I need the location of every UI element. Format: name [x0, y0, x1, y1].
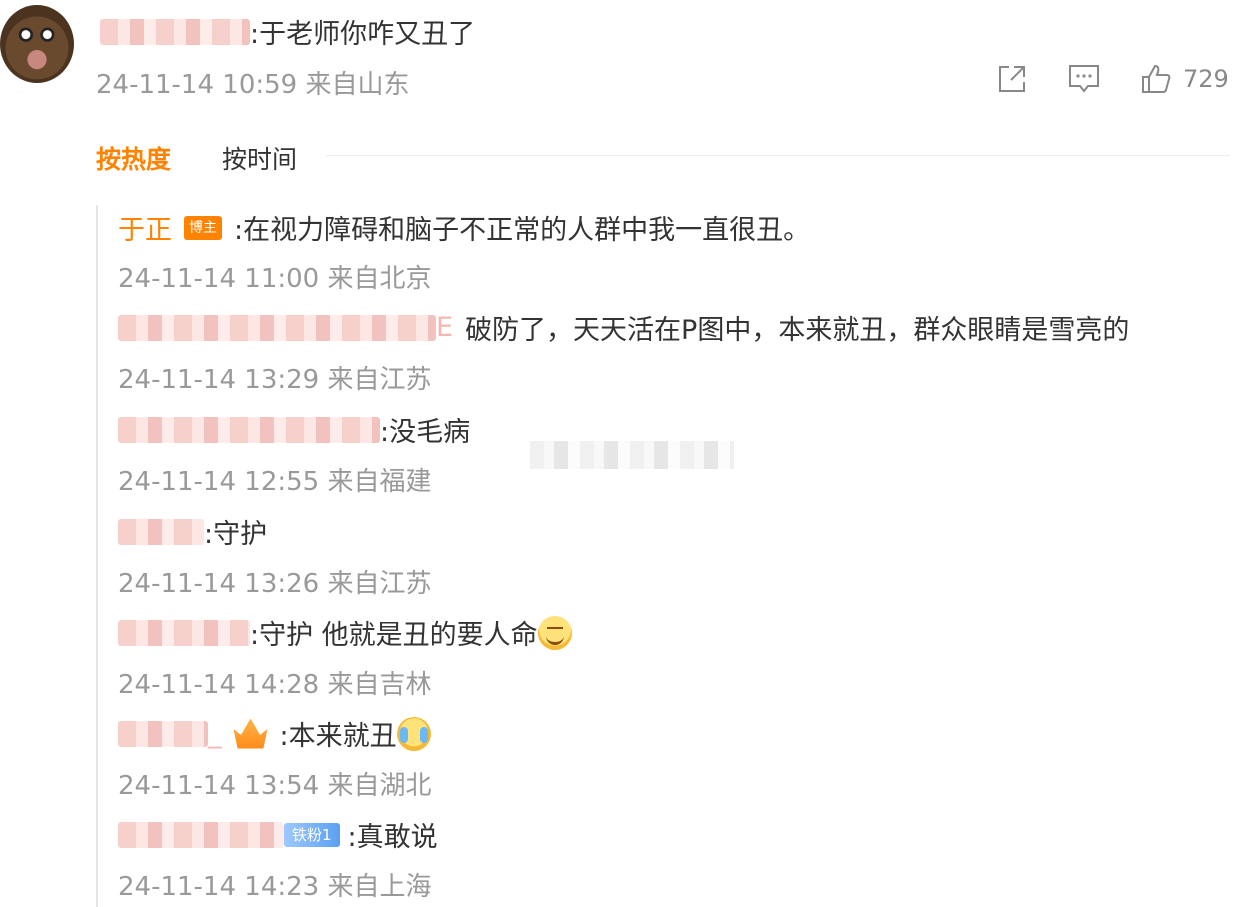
blurred-username[interactable] — [118, 821, 284, 848]
tab-sort-hot[interactable]: 按热度 — [96, 140, 171, 176]
reply-text: :真敢说 — [347, 822, 438, 853]
reply-item: :没毛病 — [118, 410, 470, 449]
reply-meta: 24-11-14 12:55 来自福建 — [118, 467, 432, 497]
blurred-username[interactable] — [100, 18, 250, 45]
reply-item: 于正 博主 :在视力障碍和脑子不正常的人群中我一直很丑。 — [118, 208, 810, 247]
reply-text: 破防了，天天活在P图中，本来就丑，群众眼睛是雪亮的 — [465, 315, 1130, 346]
blurred-username[interactable] — [118, 416, 380, 443]
reply-item: E 破防了，天天活在P图中，本来就丑，群众眼睛是雪亮的 — [118, 308, 1129, 347]
avatar[interactable] — [0, 5, 74, 83]
reply-author-suffix[interactable]: E — [436, 312, 453, 343]
comment-icon[interactable] — [1067, 62, 1101, 96]
host-badge: 博主 — [184, 215, 222, 240]
reply-author-suffix[interactable]: _ — [208, 718, 222, 749]
reply-item: :守护 — [118, 512, 267, 551]
reply-item: :守护 他就是丑的要人命 — [118, 613, 572, 652]
comment-text: :于老师你咋又丑了 — [250, 19, 476, 50]
share-icon[interactable] — [995, 62, 1029, 96]
blurred-username[interactable] — [118, 619, 250, 646]
blurred-username[interactable] — [118, 518, 204, 545]
comment-header: :于老师你咋又丑了 — [100, 12, 475, 51]
reply-meta: 24-11-14 13:26 来自江苏 — [118, 569, 432, 599]
reply-text: :本来就丑 — [279, 721, 397, 752]
thread-indent-bar — [96, 205, 98, 907]
blurred-username[interactable] — [118, 314, 436, 341]
reply-item: _ :本来就丑 — [118, 714, 431, 753]
tab-sort-time[interactable]: 按时间 — [222, 140, 297, 176]
fan-badge: 铁粉1 — [284, 822, 340, 847]
reply-meta: 24-11-14 14:23 来自上海 — [118, 872, 432, 902]
crown-badge-icon — [233, 718, 268, 749]
like-count: 729 — [1183, 65, 1229, 93]
reply-text: :守护 — [204, 519, 268, 550]
reply-text: :守护 他就是丑的要人命 — [250, 620, 538, 651]
crying-emoji-icon — [396, 716, 431, 751]
reply-meta: 24-11-14 13:54 来自湖北 — [118, 771, 432, 801]
blurred-overlay — [530, 441, 734, 469]
thumbs-up-icon[interactable] — [1139, 62, 1173, 96]
comment-toolbar: 729 — [995, 62, 1229, 96]
reply-meta: 24-11-14 14:28 来自吉林 — [118, 670, 432, 700]
reply-author[interactable]: 于正 — [118, 208, 172, 247]
divider — [326, 155, 1230, 156]
blurred-username[interactable] — [118, 720, 208, 747]
reply-text: :在视力障碍和脑子不正常的人群中我一直很丑。 — [234, 215, 811, 246]
reply-item: 铁粉1 :真敢说 — [118, 815, 438, 854]
smile-emoji-icon — [537, 615, 572, 650]
reply-meta: 24-11-14 13:29 来自江苏 — [118, 365, 432, 395]
comment-meta: 24-11-14 10:59 来自山东 — [96, 70, 410, 100]
reply-text: :没毛病 — [380, 417, 471, 448]
reply-meta: 24-11-14 11:00 来自北京 — [118, 264, 432, 294]
